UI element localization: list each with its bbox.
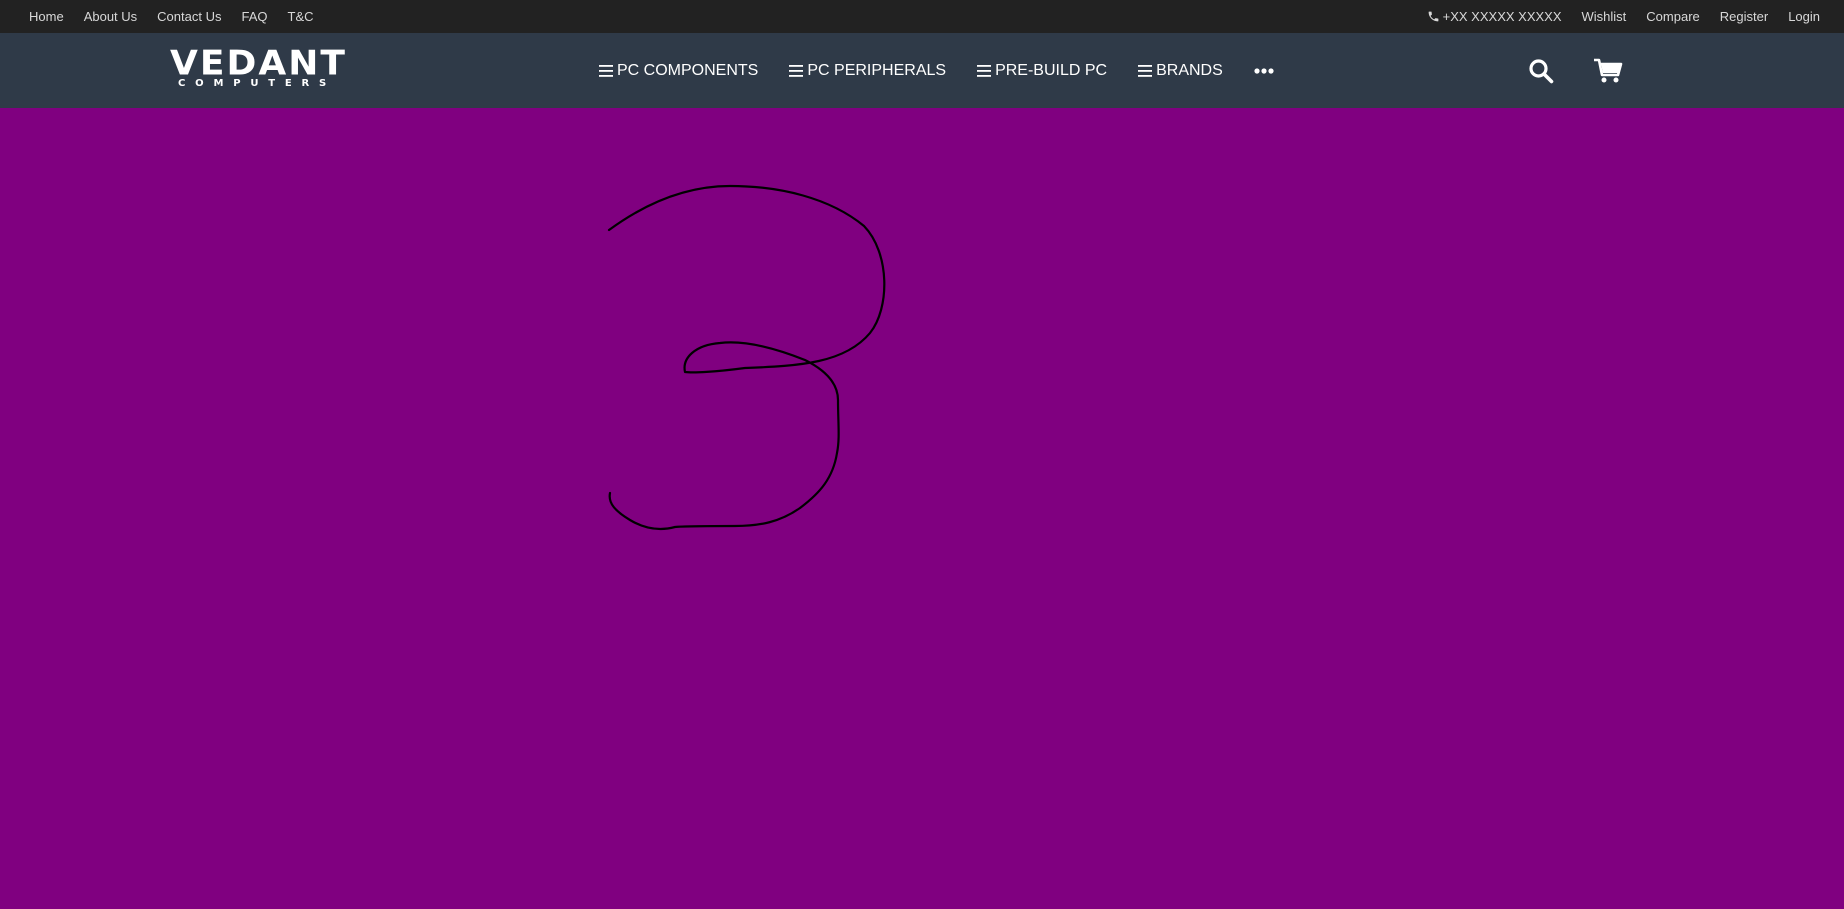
menu-hamburger-icon bbox=[599, 64, 613, 77]
menu-item-pc-components[interactable]: PC COMPONENTS bbox=[599, 62, 758, 80]
menu-item-label: PRE-BUILD PC bbox=[995, 61, 1108, 79]
drawing-canvas[interactable] bbox=[0, 108, 1844, 909]
menu-item-label: PC COMPONENTS bbox=[617, 61, 759, 79]
menu-item-pc-peripherals[interactable]: PC PERIPHERALS bbox=[789, 62, 946, 80]
search-icon[interactable] bbox=[1528, 58, 1554, 84]
phone-number: +XX XXXXX XXXXX bbox=[1442, 9, 1562, 24]
site-logo[interactable]: VEDANT COMPUTERS bbox=[170, 44, 347, 89]
top-links-left: Home About Us Contact Us FAQ T&C bbox=[29, 0, 334, 33]
menu-hamburger-icon bbox=[789, 64, 804, 77]
phone-icon bbox=[1428, 11, 1439, 22]
top-link-terms[interactable]: T&C bbox=[288, 9, 314, 24]
main-menu: PC COMPONENTS PC PERIPHERALS PRE-BUILD P… bbox=[599, 33, 1274, 108]
top-links-right: +XX XXXXX XXXXX Wishlist Compare Registe… bbox=[1427, 0, 1820, 33]
phone-contact[interactable]: +XX XXXXX XXXXX bbox=[1427, 9, 1562, 24]
menu-item-brands[interactable]: BRANDS bbox=[1138, 62, 1223, 80]
top-link-about-us[interactable]: About Us bbox=[84, 9, 137, 24]
more-dots-icon bbox=[1254, 67, 1274, 74]
menu-hamburger-icon bbox=[1138, 64, 1153, 77]
top-link-faq[interactable]: FAQ bbox=[241, 9, 267, 24]
top-link-wishlist[interactable]: Wishlist bbox=[1582, 9, 1627, 24]
top-link-compare[interactable]: Compare bbox=[1646, 9, 1699, 24]
menu-item-label: BRANDS bbox=[1156, 61, 1223, 79]
header-icons bbox=[1528, 33, 1623, 108]
top-link-home[interactable]: Home bbox=[29, 9, 64, 24]
main-navbar: VEDANT COMPUTERS PC COMPONENTS PC PERIPH… bbox=[0, 33, 1844, 108]
menu-item-label: PC PERIPHERALS bbox=[807, 61, 947, 79]
top-link-register[interactable]: Register bbox=[1720, 9, 1768, 24]
top-link-login[interactable]: Login bbox=[1788, 9, 1820, 24]
top-link-contact-us[interactable]: Contact Us bbox=[157, 9, 221, 24]
top-utility-bar: Home About Us Contact Us FAQ T&C +XX XXX… bbox=[0, 0, 1844, 33]
handwritten-three-drawing bbox=[607, 184, 886, 531]
menu-hamburger-icon bbox=[977, 64, 992, 77]
menu-more-button[interactable] bbox=[1254, 67, 1274, 74]
logo-main-text: VEDANT bbox=[170, 44, 347, 83]
menu-item-pre-build-pc[interactable]: PRE-BUILD PC bbox=[977, 62, 1107, 80]
cart-icon[interactable] bbox=[1593, 58, 1623, 84]
